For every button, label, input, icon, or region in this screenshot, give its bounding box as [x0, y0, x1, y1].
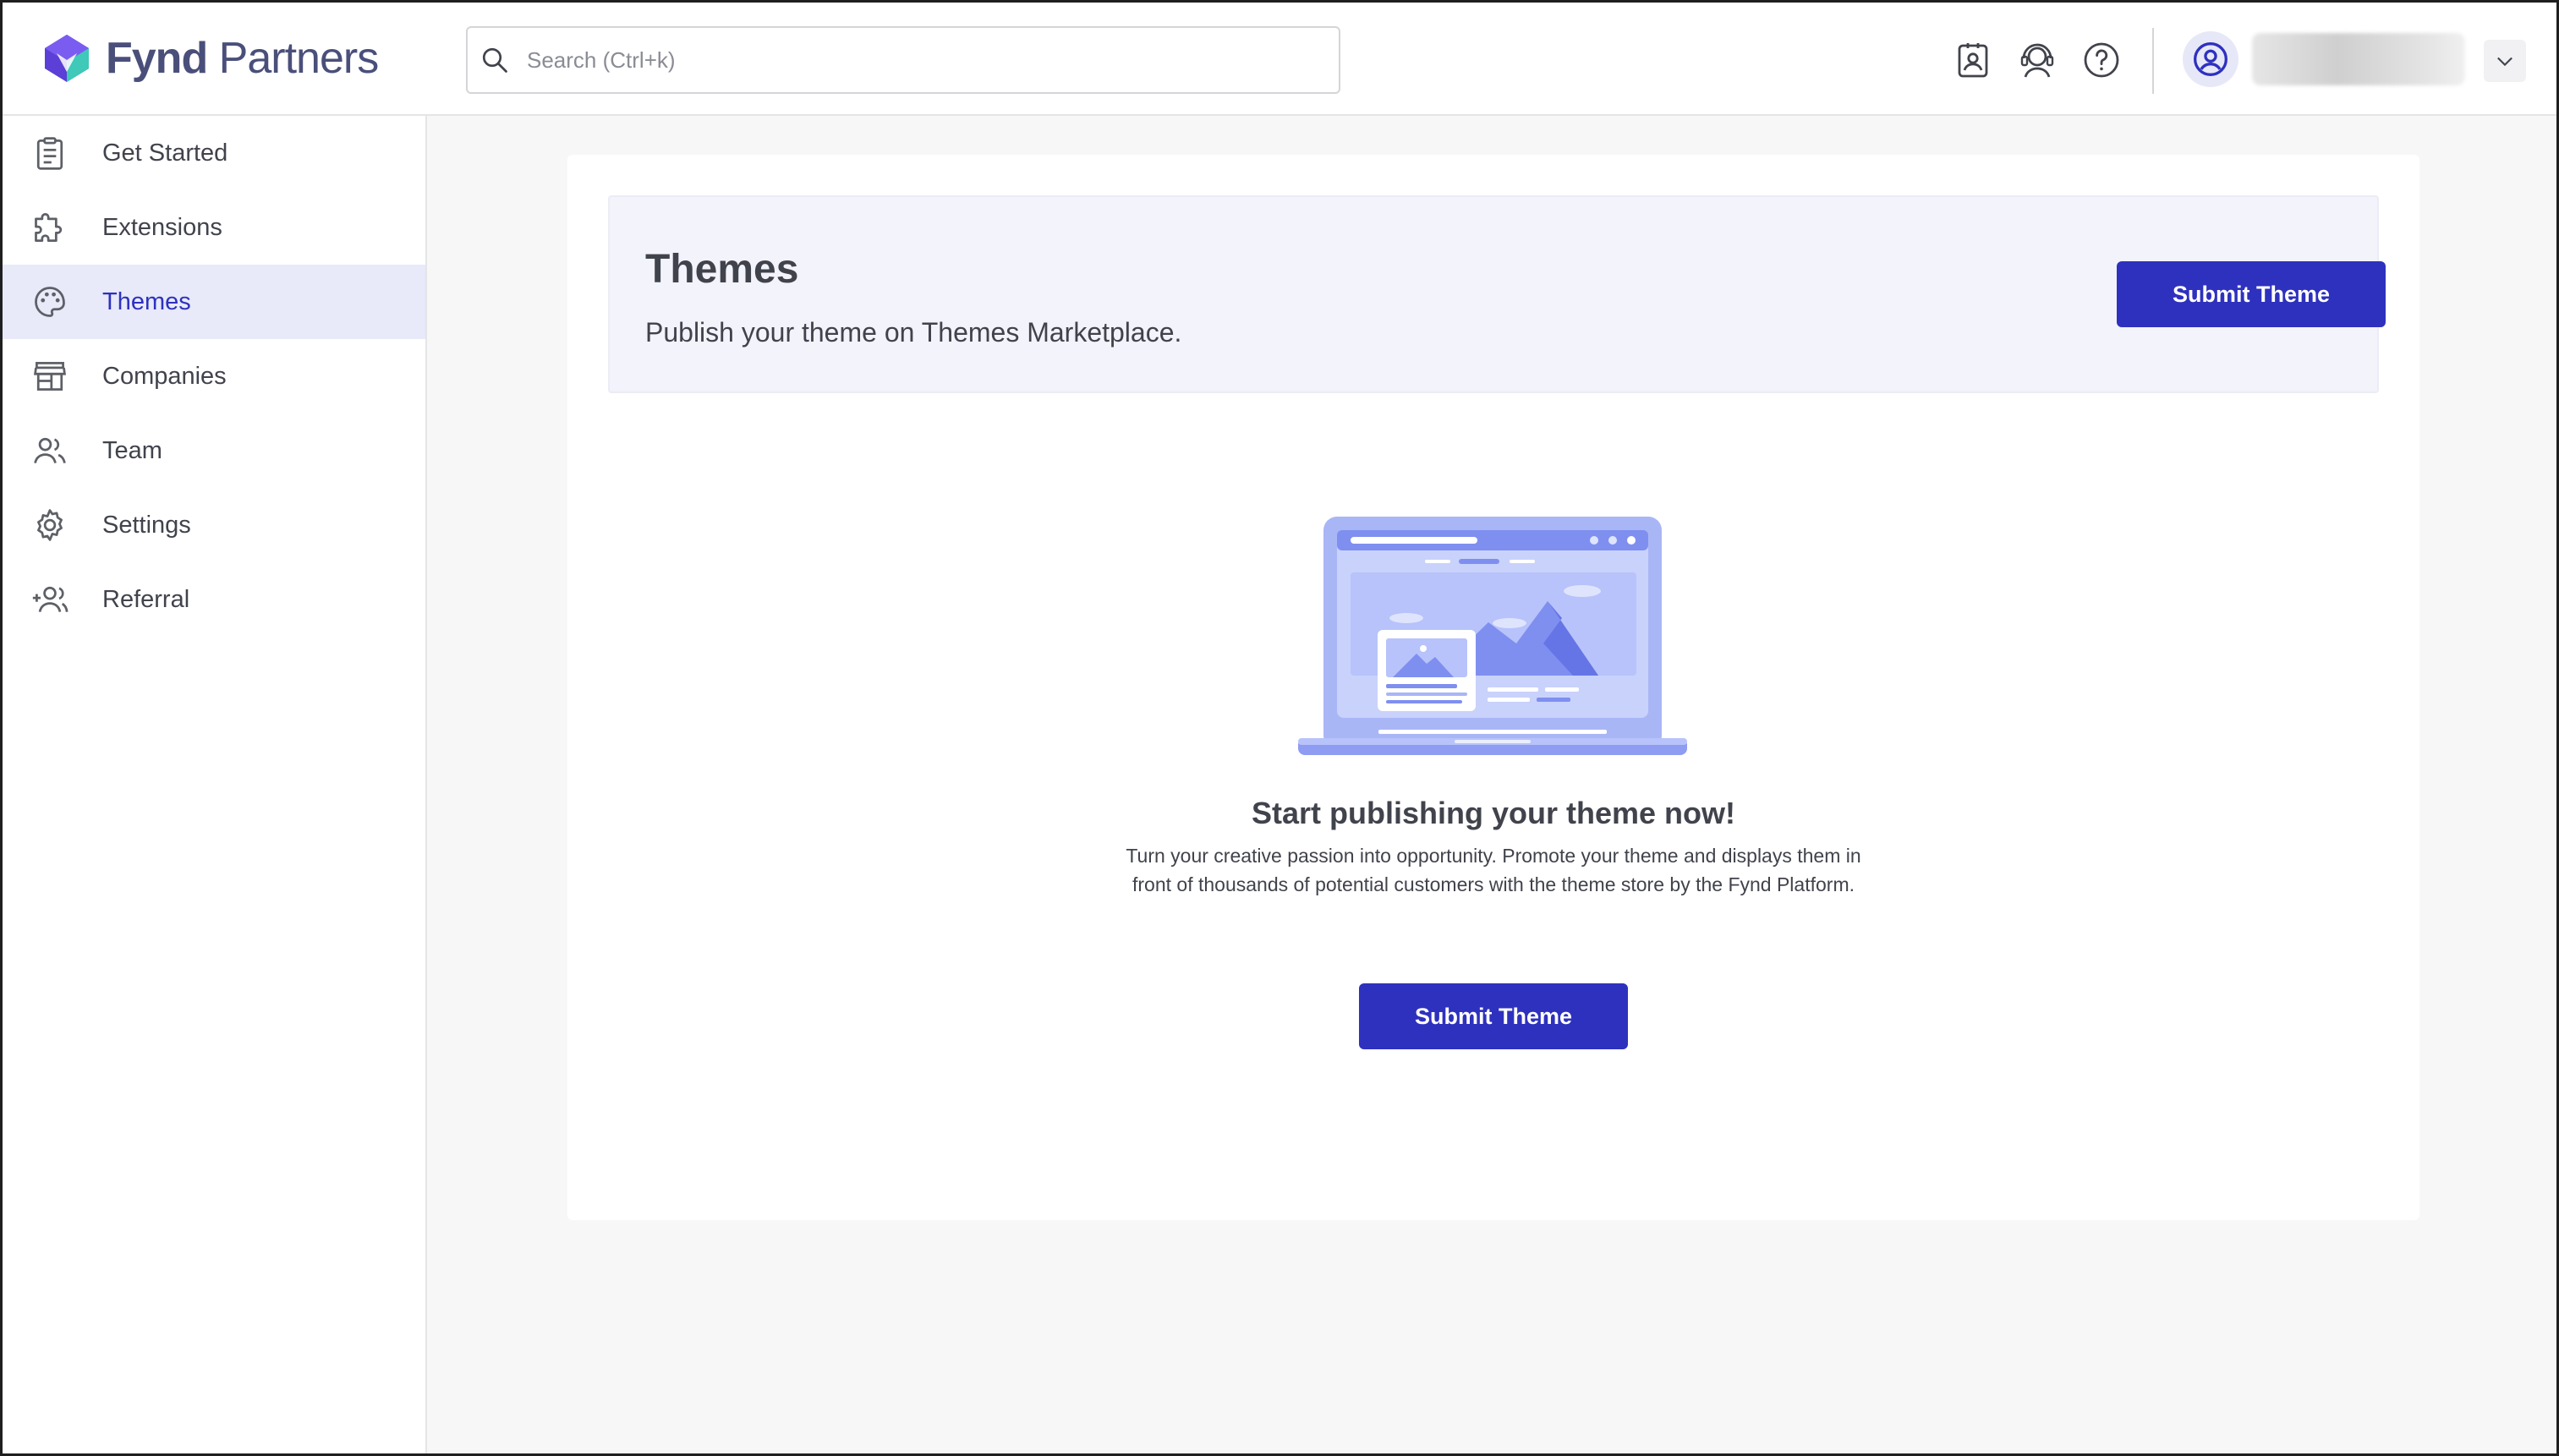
chevron-down-icon — [2497, 57, 2512, 67]
submit-theme-button[interactable]: Submit Theme — [2117, 261, 2386, 327]
brand-name-rest — [207, 34, 218, 83]
sidebar-item-team[interactable]: Team — [3, 413, 425, 488]
sidebar-item-label: Team — [102, 436, 162, 464]
search-icon — [482, 47, 507, 73]
top-bar: Fynd Partners — [3, 3, 2556, 116]
empty-state-title: Start publishing your theme now! — [1251, 796, 1735, 830]
sidebar-item-label: Themes — [102, 287, 191, 315]
app-window: Fynd Partners Search (Ctrl+k) Get Starte… — [0, 0, 2559, 1456]
sidebar-item-settings[interactable]: Settings — [3, 488, 425, 562]
clipboard-icon — [36, 137, 63, 170]
support-agent-icon[interactable] — [2017, 40, 2058, 80]
brand-name-suffix: Partners — [218, 34, 380, 83]
fynd-logo-icon — [45, 35, 89, 82]
user-name-redacted — [2252, 33, 2465, 85]
laptop-illustration — [1298, 517, 1687, 755]
gear-icon — [37, 509, 63, 541]
sidebar-item-companies[interactable]: Companies — [3, 339, 425, 413]
sidebar-item-label: Referral — [102, 585, 190, 613]
themes-card: Themes Publish your theme on Themes Mark… — [567, 155, 2419, 1220]
store-icon — [34, 362, 66, 391]
topbar-divider — [2152, 28, 2154, 94]
page-title: Themes — [645, 247, 799, 292]
themes-banner: Themes Publish your theme on Themes Mark… — [608, 195, 2386, 393]
submit-theme-cta-button[interactable]: Submit Theme — [1359, 983, 1628, 1049]
sidebar-item-label: Companies — [102, 362, 227, 390]
sidebar-item-label: Extensions — [102, 213, 222, 241]
sidebar-item-label: Settings — [102, 511, 191, 539]
sidebar-item-referral[interactable]: Referral — [3, 562, 425, 637]
brand-logo[interactable]: Fynd Partners — [40, 30, 380, 87]
user-menu-toggle[interactable] — [2484, 40, 2526, 82]
sidebar-item-label: Get Started — [102, 139, 228, 167]
empty-state-description: Turn your creative passion into opportun… — [1126, 845, 1861, 895]
sidebar-item-extensions[interactable]: Extensions — [3, 190, 425, 265]
sidebar: Get Started Extensions Themes Companies … — [3, 116, 427, 1453]
avatar[interactable] — [2183, 31, 2238, 87]
team-icon — [34, 437, 66, 463]
palette-icon — [35, 287, 65, 317]
sidebar-item-get-started[interactable]: Get Started — [3, 116, 425, 190]
user-circle-icon — [2194, 42, 2227, 76]
sidebar-item-themes[interactable]: Themes — [3, 265, 425, 339]
search-box[interactable] — [466, 26, 1340, 94]
puzzle-icon — [35, 213, 63, 242]
contact-card-icon[interactable] — [1953, 40, 1993, 80]
brand-name-bold: Fynd — [106, 34, 208, 83]
page-subtitle: Publish your theme on Themes Marketplace… — [645, 317, 1182, 348]
add-user-icon — [32, 586, 68, 612]
search-input[interactable] — [527, 47, 1288, 74]
brand-name: Fynd Partners — [106, 33, 380, 84]
help-icon[interactable] — [2081, 40, 2122, 80]
